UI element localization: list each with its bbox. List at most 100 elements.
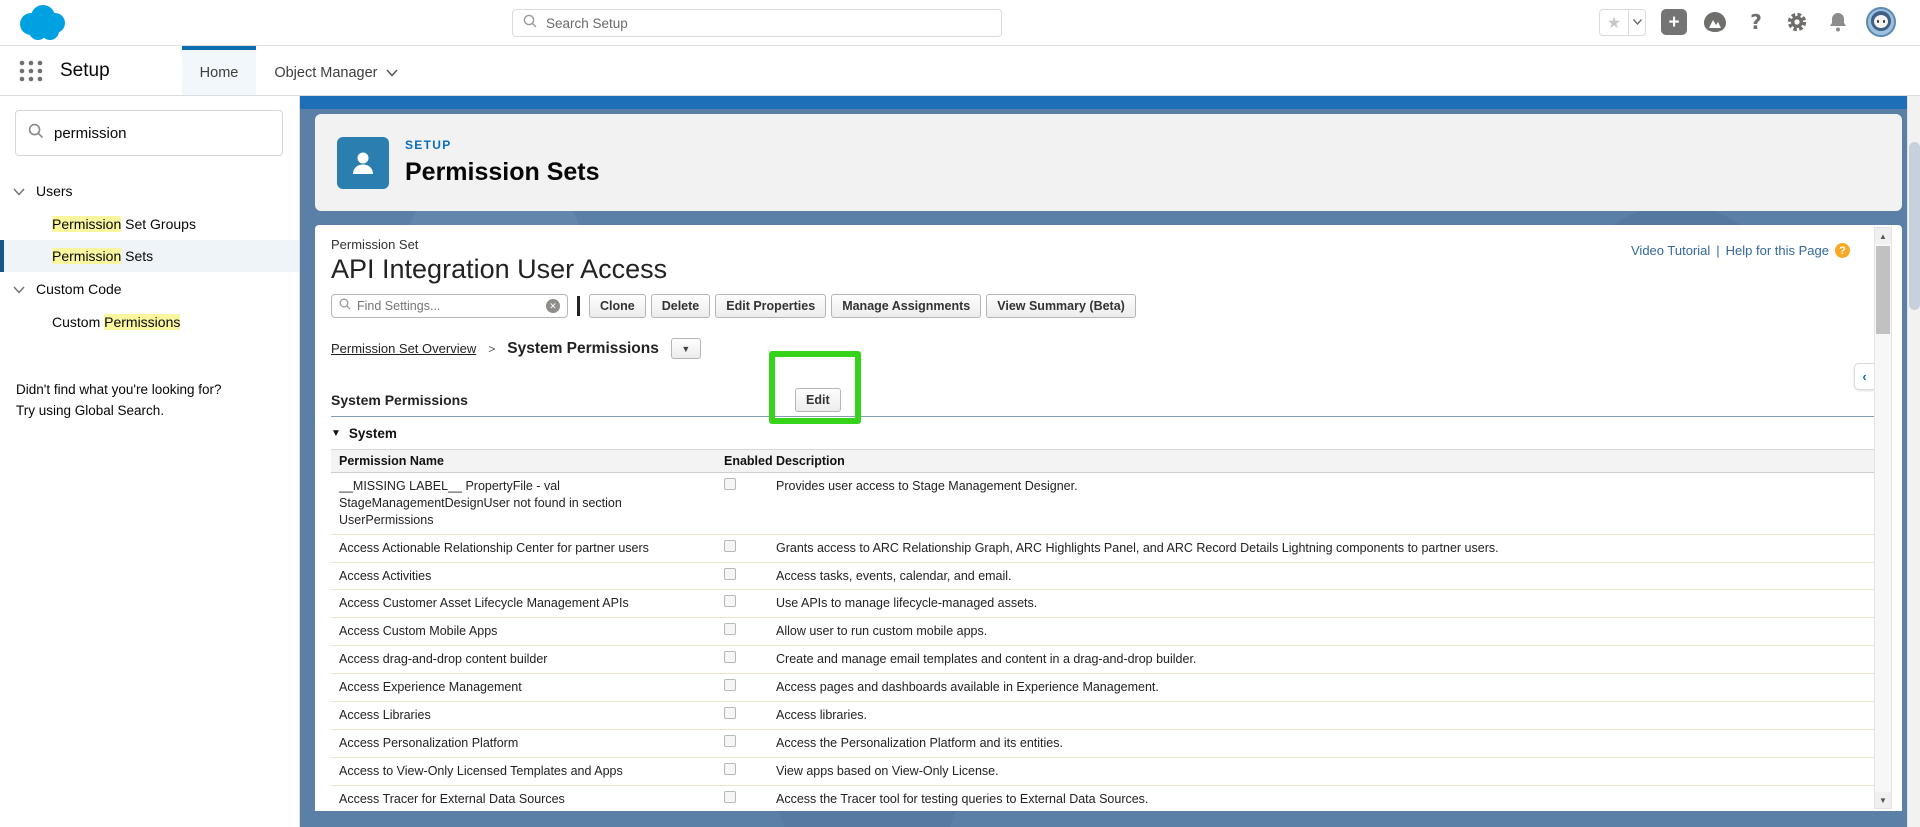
app-title: Setup [60, 59, 110, 81]
tree-group-label: Users [36, 183, 73, 199]
section-dropdown-button[interactable]: ▼ [670, 338, 701, 359]
find-settings-input[interactable] [357, 299, 546, 313]
table-row: Access Personalization Platform Access th… [331, 729, 1886, 758]
permission-name-cell: Access Tracer for External Data Sources [331, 785, 716, 811]
header-actions: ★ + ? [1599, 7, 1896, 37]
enabled-checkbox[interactable] [724, 539, 736, 552]
search-icon [28, 123, 44, 144]
permission-sets-icon [337, 136, 389, 189]
permission-description-cell: Provides user access to Stage Management… [768, 472, 1886, 535]
enabled-checkbox[interactable] [724, 734, 736, 747]
help-for-page-link[interactable]: Help for this Page [1726, 243, 1829, 258]
toolbar-button-edit-properties[interactable]: Edit Properties [715, 294, 827, 318]
page-header-card: SETUP Permission Sets [315, 114, 1902, 211]
sidebar-item-custom-code[interactable]: Custom Code [0, 272, 299, 306]
trailhead-icon[interactable] [1702, 9, 1728, 35]
global-search-box[interactable] [512, 9, 1002, 37]
detail-scrollbar[interactable]: ▲ ▼ [1874, 227, 1892, 809]
table-row: Access Custom Mobile Apps Allow user to r… [331, 617, 1886, 647]
setup-eyebrow: SETUP [405, 138, 452, 152]
help-icon[interactable]: ? [1743, 9, 1769, 35]
sidebar-item-custom-permissions[interactable]: Custom Permissions [0, 306, 299, 338]
permission-name-cell: Access Activities [331, 562, 716, 591]
breadcrumb: Permission Set Overview > System Permiss… [331, 338, 1886, 359]
column-description: Description [768, 449, 1886, 473]
chevron-down-icon[interactable] [13, 183, 25, 199]
scroll-down-arrow[interactable]: ▼ [1875, 792, 1891, 808]
permission-description-cell: Access tasks, events, calendar, and emai… [768, 562, 1886, 591]
enabled-checkbox[interactable] [724, 595, 736, 608]
setup-gear-icon[interactable] [1784, 9, 1810, 35]
favorites-dropdown[interactable] [1628, 9, 1645, 35]
breadcrumb-separator: > [488, 341, 496, 356]
scroll-up-arrow[interactable]: ▲ [1875, 228, 1891, 244]
permission-description-cell: Access the Tracer tool for testing queri… [768, 785, 1886, 811]
global-search-input[interactable] [546, 15, 991, 31]
window-scrollbar[interactable] [1907, 96, 1920, 827]
sidebar-search-input[interactable] [54, 124, 270, 142]
page-title: Permission Sets [405, 158, 600, 186]
permission-name-cell: Access drag-and-drop content builder [331, 645, 716, 674]
chevron-down-icon[interactable] [13, 281, 25, 297]
permission-name-cell: Access Personalization Platform [331, 729, 716, 758]
toolbar-button-manage-assignments[interactable]: Manage Assignments [831, 294, 982, 318]
table-row: Access Experience Management Access pages… [331, 673, 1886, 702]
clear-search-icon[interactable]: ✕ [546, 299, 560, 313]
chevron-down-icon [385, 65, 398, 81]
collapse-triangle-icon[interactable]: ▼ [331, 428, 341, 439]
toolbar-button-delete[interactable]: Delete [650, 294, 711, 318]
tab-home[interactable]: Home [181, 46, 257, 95]
sidebar-item-permission-sets[interactable]: Permission Sets [0, 240, 299, 272]
search-icon [339, 297, 351, 315]
enabled-checkbox[interactable] [724, 567, 736, 580]
notifications-bell-icon[interactable] [1825, 9, 1851, 35]
permission-description-cell: Grants access to ARC Relationship Graph,… [768, 534, 1886, 563]
app-launcher-icon[interactable] [18, 46, 44, 95]
setup-nav-bar: Setup Home Object Manager [0, 46, 1920, 96]
favorites-star-icon[interactable]: ★ [1600, 9, 1628, 35]
table-row: Access Actionable Relationship Center fo… [331, 534, 1886, 563]
collapse-panel-tab[interactable]: ‹ [1854, 363, 1874, 390]
find-settings-box[interactable]: ✕ [331, 294, 568, 318]
enabled-checkbox[interactable] [724, 478, 736, 490]
breadcrumb-parent-link[interactable]: Permission Set Overview [331, 341, 476, 356]
toolbar-buttons: Clone Delete Edit Properties Manage Assignm… [589, 294, 1136, 318]
permission-set-detail-card: Permission Set API Integration User Acce… [315, 225, 1902, 811]
edit-button[interactable]: Edit [795, 388, 841, 412]
toolbar-button-view-summary-beta[interactable]: View Summary (Beta) [986, 294, 1136, 318]
system-group-header[interactable]: ▼ System [331, 426, 1886, 441]
enabled-checkbox[interactable] [724, 762, 736, 775]
sidebar-item-users[interactable]: Users [0, 174, 299, 208]
permission-name-cell: Access Libraries [331, 701, 716, 730]
sidebar-item-permission-set-groups[interactable]: Permission Set Groups [0, 208, 299, 240]
sidebar-not-found-text: Didn't find what you're looking for? Try… [16, 382, 222, 418]
tab-object-manager[interactable]: Object Manager [256, 46, 415, 95]
main-row: UsersPermission Set GroupsPermission Set… [0, 96, 1920, 827]
column-enabled: Enabled [716, 449, 773, 473]
content-top-strip [300, 96, 1920, 109]
enabled-checkbox[interactable] [724, 790, 736, 803]
help-links-separator: | [1716, 243, 1720, 258]
toolbar-button-clone[interactable]: Clone [589, 294, 646, 318]
permissions-table-body: __MISSING LABEL__ PropertyFile - val Sta… [331, 472, 1886, 811]
sidebar-search-box[interactable] [15, 110, 283, 156]
enabled-checkbox[interactable] [724, 623, 736, 636]
permission-name-cell: Access Experience Management [331, 673, 716, 702]
video-tutorial-link[interactable]: Video Tutorial [1631, 243, 1710, 258]
scrollbar-thumb[interactable] [1876, 246, 1890, 334]
enabled-checkbox[interactable] [724, 706, 736, 719]
favorites-control[interactable]: ★ [1599, 8, 1646, 36]
search-icon [523, 14, 537, 33]
help-question-icon[interactable]: ? [1835, 243, 1850, 258]
window-scrollbar-thumb[interactable] [1909, 142, 1920, 310]
enabled-checkbox[interactable] [724, 651, 736, 664]
entity-name: API Integration User Access [331, 254, 668, 284]
table-row: Access Customer Asset Lifecycle Manageme… [331, 589, 1886, 619]
enabled-checkbox[interactable] [724, 679, 736, 691]
detail-toolbar: ✕ CloneDeleteEdit PropertiesManage Assig… [331, 294, 1886, 318]
user-avatar[interactable] [1866, 7, 1896, 37]
quick-add-icon[interactable]: + [1661, 9, 1687, 35]
group-title: System [348, 426, 397, 441]
table-row: Access drag-and-drop content builder Crea… [331, 645, 1886, 674]
section-title: System Permissions [331, 392, 468, 408]
